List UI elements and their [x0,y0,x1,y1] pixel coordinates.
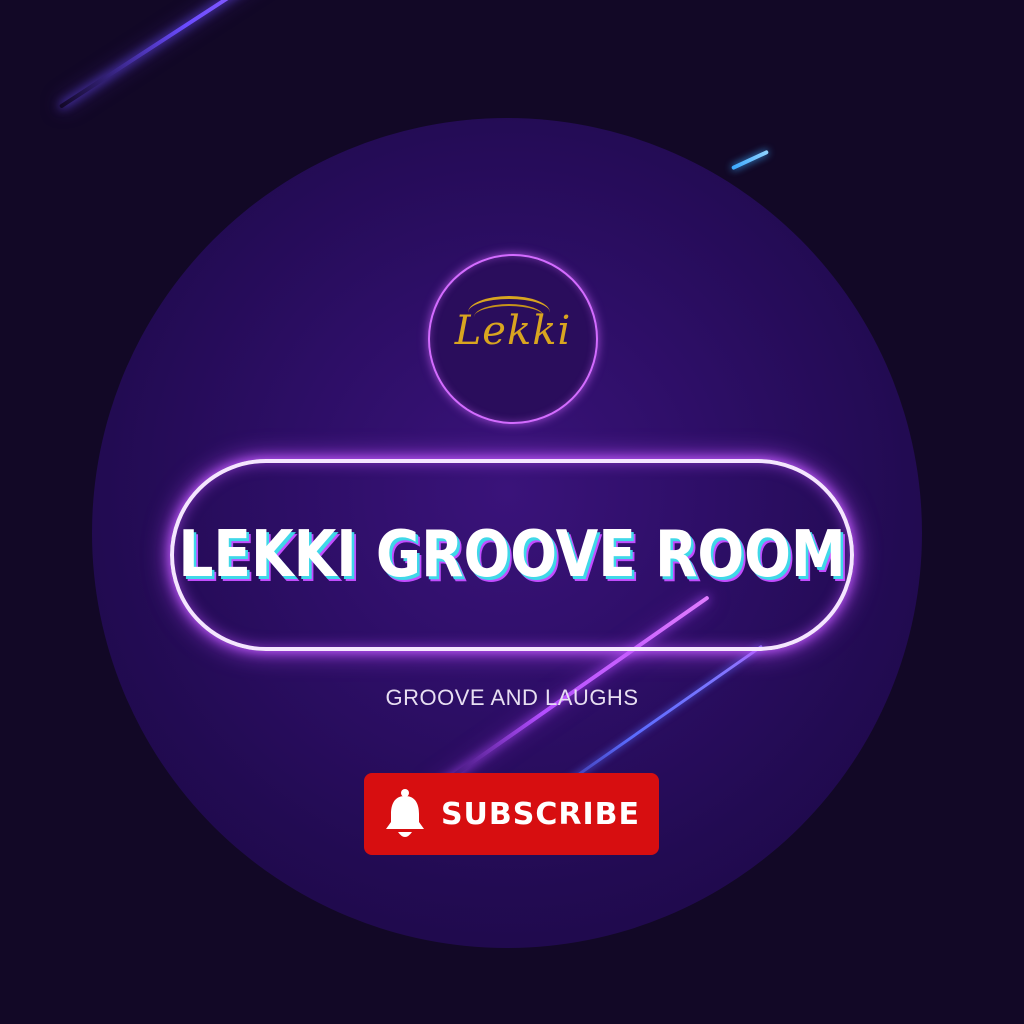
banner-canvas: Lekki LEKKI GROOVE ROOM GROOVE AND LAUGH… [0,0,1024,1024]
neon-streak-top-left [58,0,338,109]
neon-streak-top-right [731,149,769,171]
channel-tagline: GROOVE AND LAUGHS [385,685,639,710]
logo-wordmark: Lekki [454,308,572,354]
channel-title: LEKKI GROOVE ROOM [178,518,846,592]
subscribe-label: SUBSCRIBE [440,796,641,832]
bell-icon [385,789,424,837]
subscribe-button[interactable]: SUBSCRIBE [364,773,659,855]
title-frame: LEKKI GROOVE ROOM [170,459,854,651]
logo-badge: Lekki [428,254,598,424]
